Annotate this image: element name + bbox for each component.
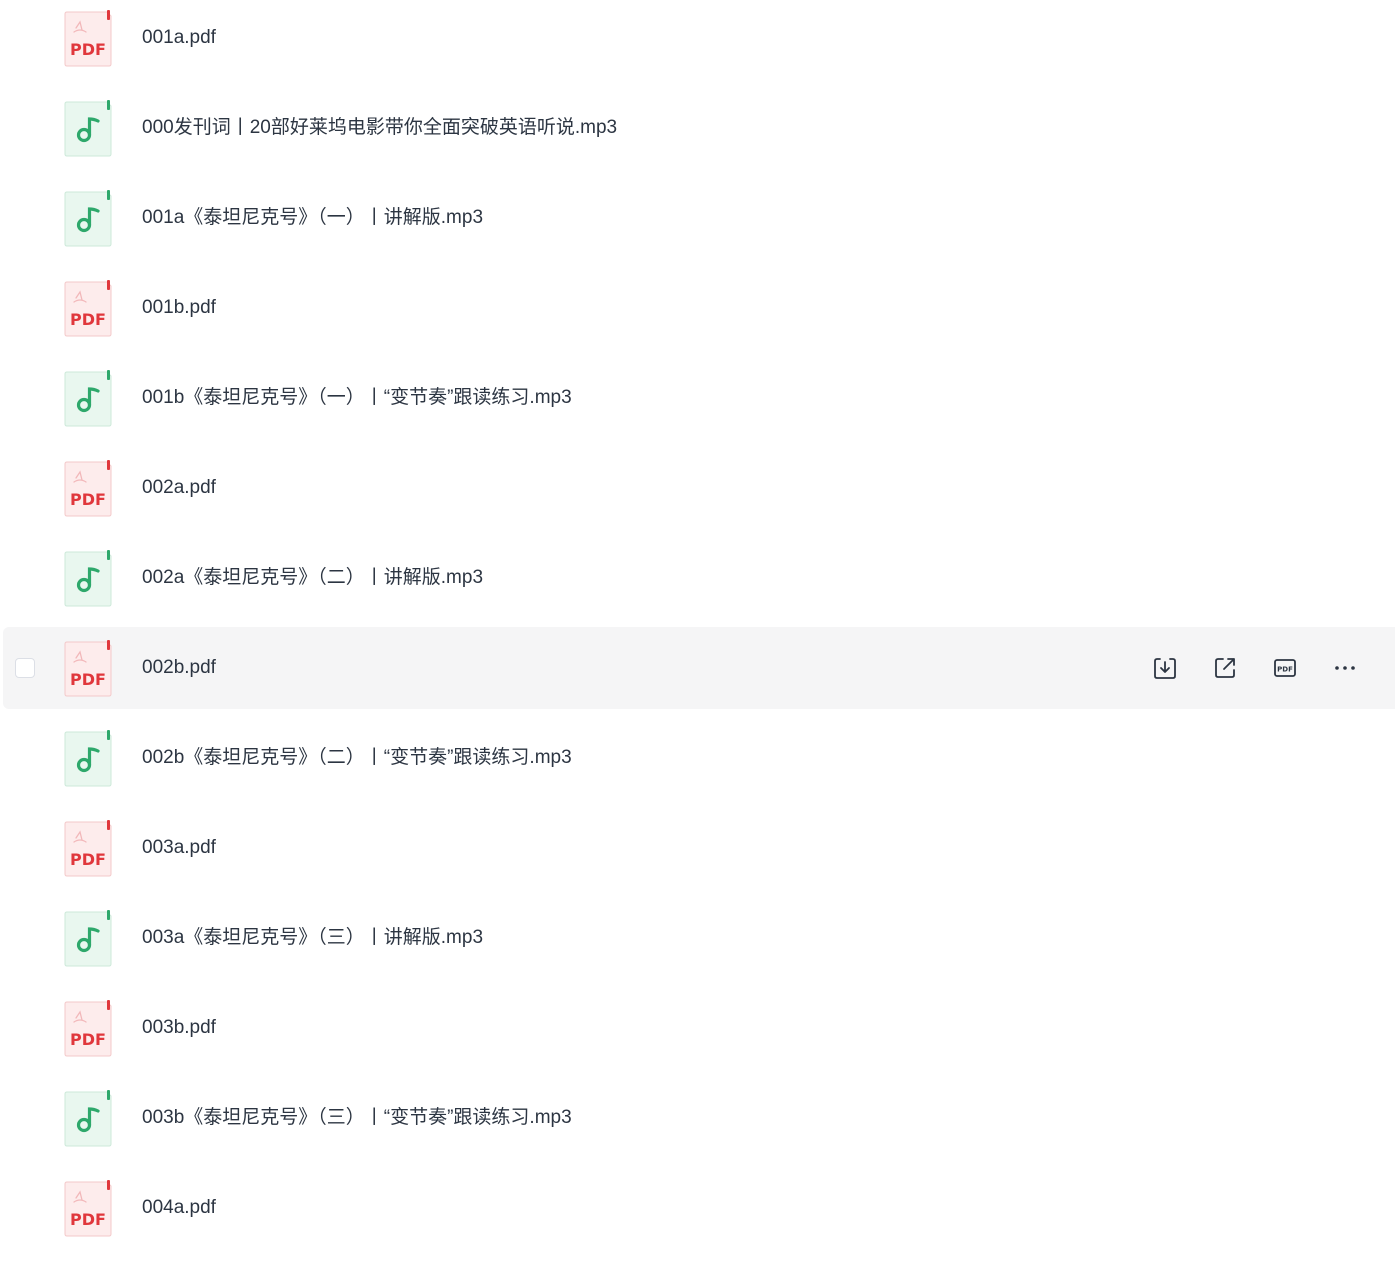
file-row[interactable]: PDF 002b.pdf PDF bbox=[3, 627, 1395, 709]
file-list: PDF 001a.pdf 000发刊词丨20部好莱坞电影带你全面突破英语听说.m… bbox=[0, 0, 1395, 1261]
more-button[interactable] bbox=[1331, 654, 1359, 682]
file-row[interactable]: 003a《泰坦尼克号》（三）丨讲解版.mp3 bbox=[3, 897, 1395, 979]
file-row[interactable]: PDF 001b.pdf bbox=[3, 267, 1395, 349]
download-button[interactable] bbox=[1151, 654, 1179, 682]
file-name[interactable]: 003a.pdf bbox=[142, 807, 216, 889]
pdf-badge-label: PDF bbox=[70, 1210, 106, 1229]
file-name[interactable]: 001a《泰坦尼克号》（一）丨讲解版.mp3 bbox=[142, 177, 483, 259]
more-icon bbox=[1332, 655, 1358, 681]
music-note-icon bbox=[63, 190, 113, 248]
file-name[interactable]: 003a《泰坦尼克号》（三）丨讲解版.mp3 bbox=[142, 897, 483, 979]
row-checkbox[interactable] bbox=[15, 658, 35, 678]
file-row[interactable]: PDF 003b.pdf bbox=[3, 987, 1395, 1069]
file-name[interactable]: 003b.pdf bbox=[142, 987, 216, 1069]
file-name[interactable]: 002b《泰坦尼克号》（二）丨“变节奏”跟读练习.mp3 bbox=[142, 717, 572, 799]
pdf-file-icon: PDF bbox=[63, 10, 113, 68]
svg-text:PDF: PDF bbox=[1277, 666, 1293, 674]
pdf-badge-label: PDF bbox=[70, 850, 106, 869]
music-note-icon bbox=[63, 370, 113, 428]
pdf-file-icon: PDF bbox=[63, 460, 113, 518]
file-name[interactable]: 002b.pdf bbox=[142, 627, 216, 709]
pdf-badge-label: PDF bbox=[70, 310, 106, 329]
pdf-badge-label: PDF bbox=[70, 490, 106, 509]
file-name[interactable]: 004a.pdf bbox=[142, 1167, 216, 1249]
pdf-badge-label: PDF bbox=[70, 1030, 106, 1049]
music-note-icon bbox=[63, 730, 113, 788]
file-row[interactable]: 003b《泰坦尼克号》（三）丨“变节奏”跟读练习.mp3 bbox=[3, 1077, 1395, 1159]
pdf-badge-label: PDF bbox=[70, 40, 106, 59]
file-row[interactable]: PDF 002a.pdf bbox=[3, 447, 1395, 529]
row-actions: PDF bbox=[1119, 627, 1359, 709]
music-note-icon bbox=[63, 910, 113, 968]
file-row[interactable]: PDF 001a.pdf bbox=[3, 0, 1395, 79]
file-name[interactable]: 000发刊词丨20部好莱坞电影带你全面突破英语听说.mp3 bbox=[142, 87, 617, 169]
pdf-file-icon: PDF bbox=[63, 1180, 113, 1238]
music-note-icon bbox=[63, 550, 113, 608]
file-row[interactable]: PDF 003a.pdf bbox=[3, 807, 1395, 889]
file-name[interactable]: 002a《泰坦尼克号》（二）丨讲解版.mp3 bbox=[142, 537, 483, 619]
file-row[interactable]: 001a《泰坦尼克号》（一）丨讲解版.mp3 bbox=[3, 177, 1395, 259]
music-note-icon bbox=[63, 1090, 113, 1148]
pdf-tool-button[interactable]: PDF bbox=[1271, 654, 1299, 682]
file-name[interactable]: 001a.pdf bbox=[142, 0, 216, 79]
file-row[interactable]: PDF 004a.pdf bbox=[3, 1167, 1395, 1249]
pdf-file-icon: PDF bbox=[63, 1000, 113, 1058]
pdf-file-icon: PDF bbox=[63, 640, 113, 698]
download-icon bbox=[1152, 655, 1178, 681]
file-row[interactable]: 001b《泰坦尼克号》（一）丨“变节奏”跟读练习.mp3 bbox=[3, 357, 1395, 439]
file-row[interactable]: 002b《泰坦尼克号》（二）丨“变节奏”跟读练习.mp3 bbox=[3, 717, 1395, 799]
pdf-badge-label: PDF bbox=[70, 670, 106, 689]
pdf-file-icon: PDF bbox=[63, 820, 113, 878]
file-row[interactable]: 000发刊词丨20部好莱坞电影带你全面突破英语听说.mp3 bbox=[3, 87, 1395, 169]
file-row[interactable]: 002a《泰坦尼克号》（二）丨讲解版.mp3 bbox=[3, 537, 1395, 619]
music-note-icon bbox=[63, 100, 113, 158]
share-button[interactable] bbox=[1211, 654, 1239, 682]
file-name[interactable]: 001b《泰坦尼克号》（一）丨“变节奏”跟读练习.mp3 bbox=[142, 357, 572, 439]
share-icon bbox=[1212, 655, 1238, 681]
pdf-icon: PDF bbox=[1272, 655, 1298, 681]
file-name[interactable]: 003b《泰坦尼克号》（三）丨“变节奏”跟读练习.mp3 bbox=[142, 1077, 572, 1159]
pdf-file-icon: PDF bbox=[63, 280, 113, 338]
file-name[interactable]: 002a.pdf bbox=[142, 447, 216, 529]
file-name[interactable]: 001b.pdf bbox=[142, 267, 216, 349]
